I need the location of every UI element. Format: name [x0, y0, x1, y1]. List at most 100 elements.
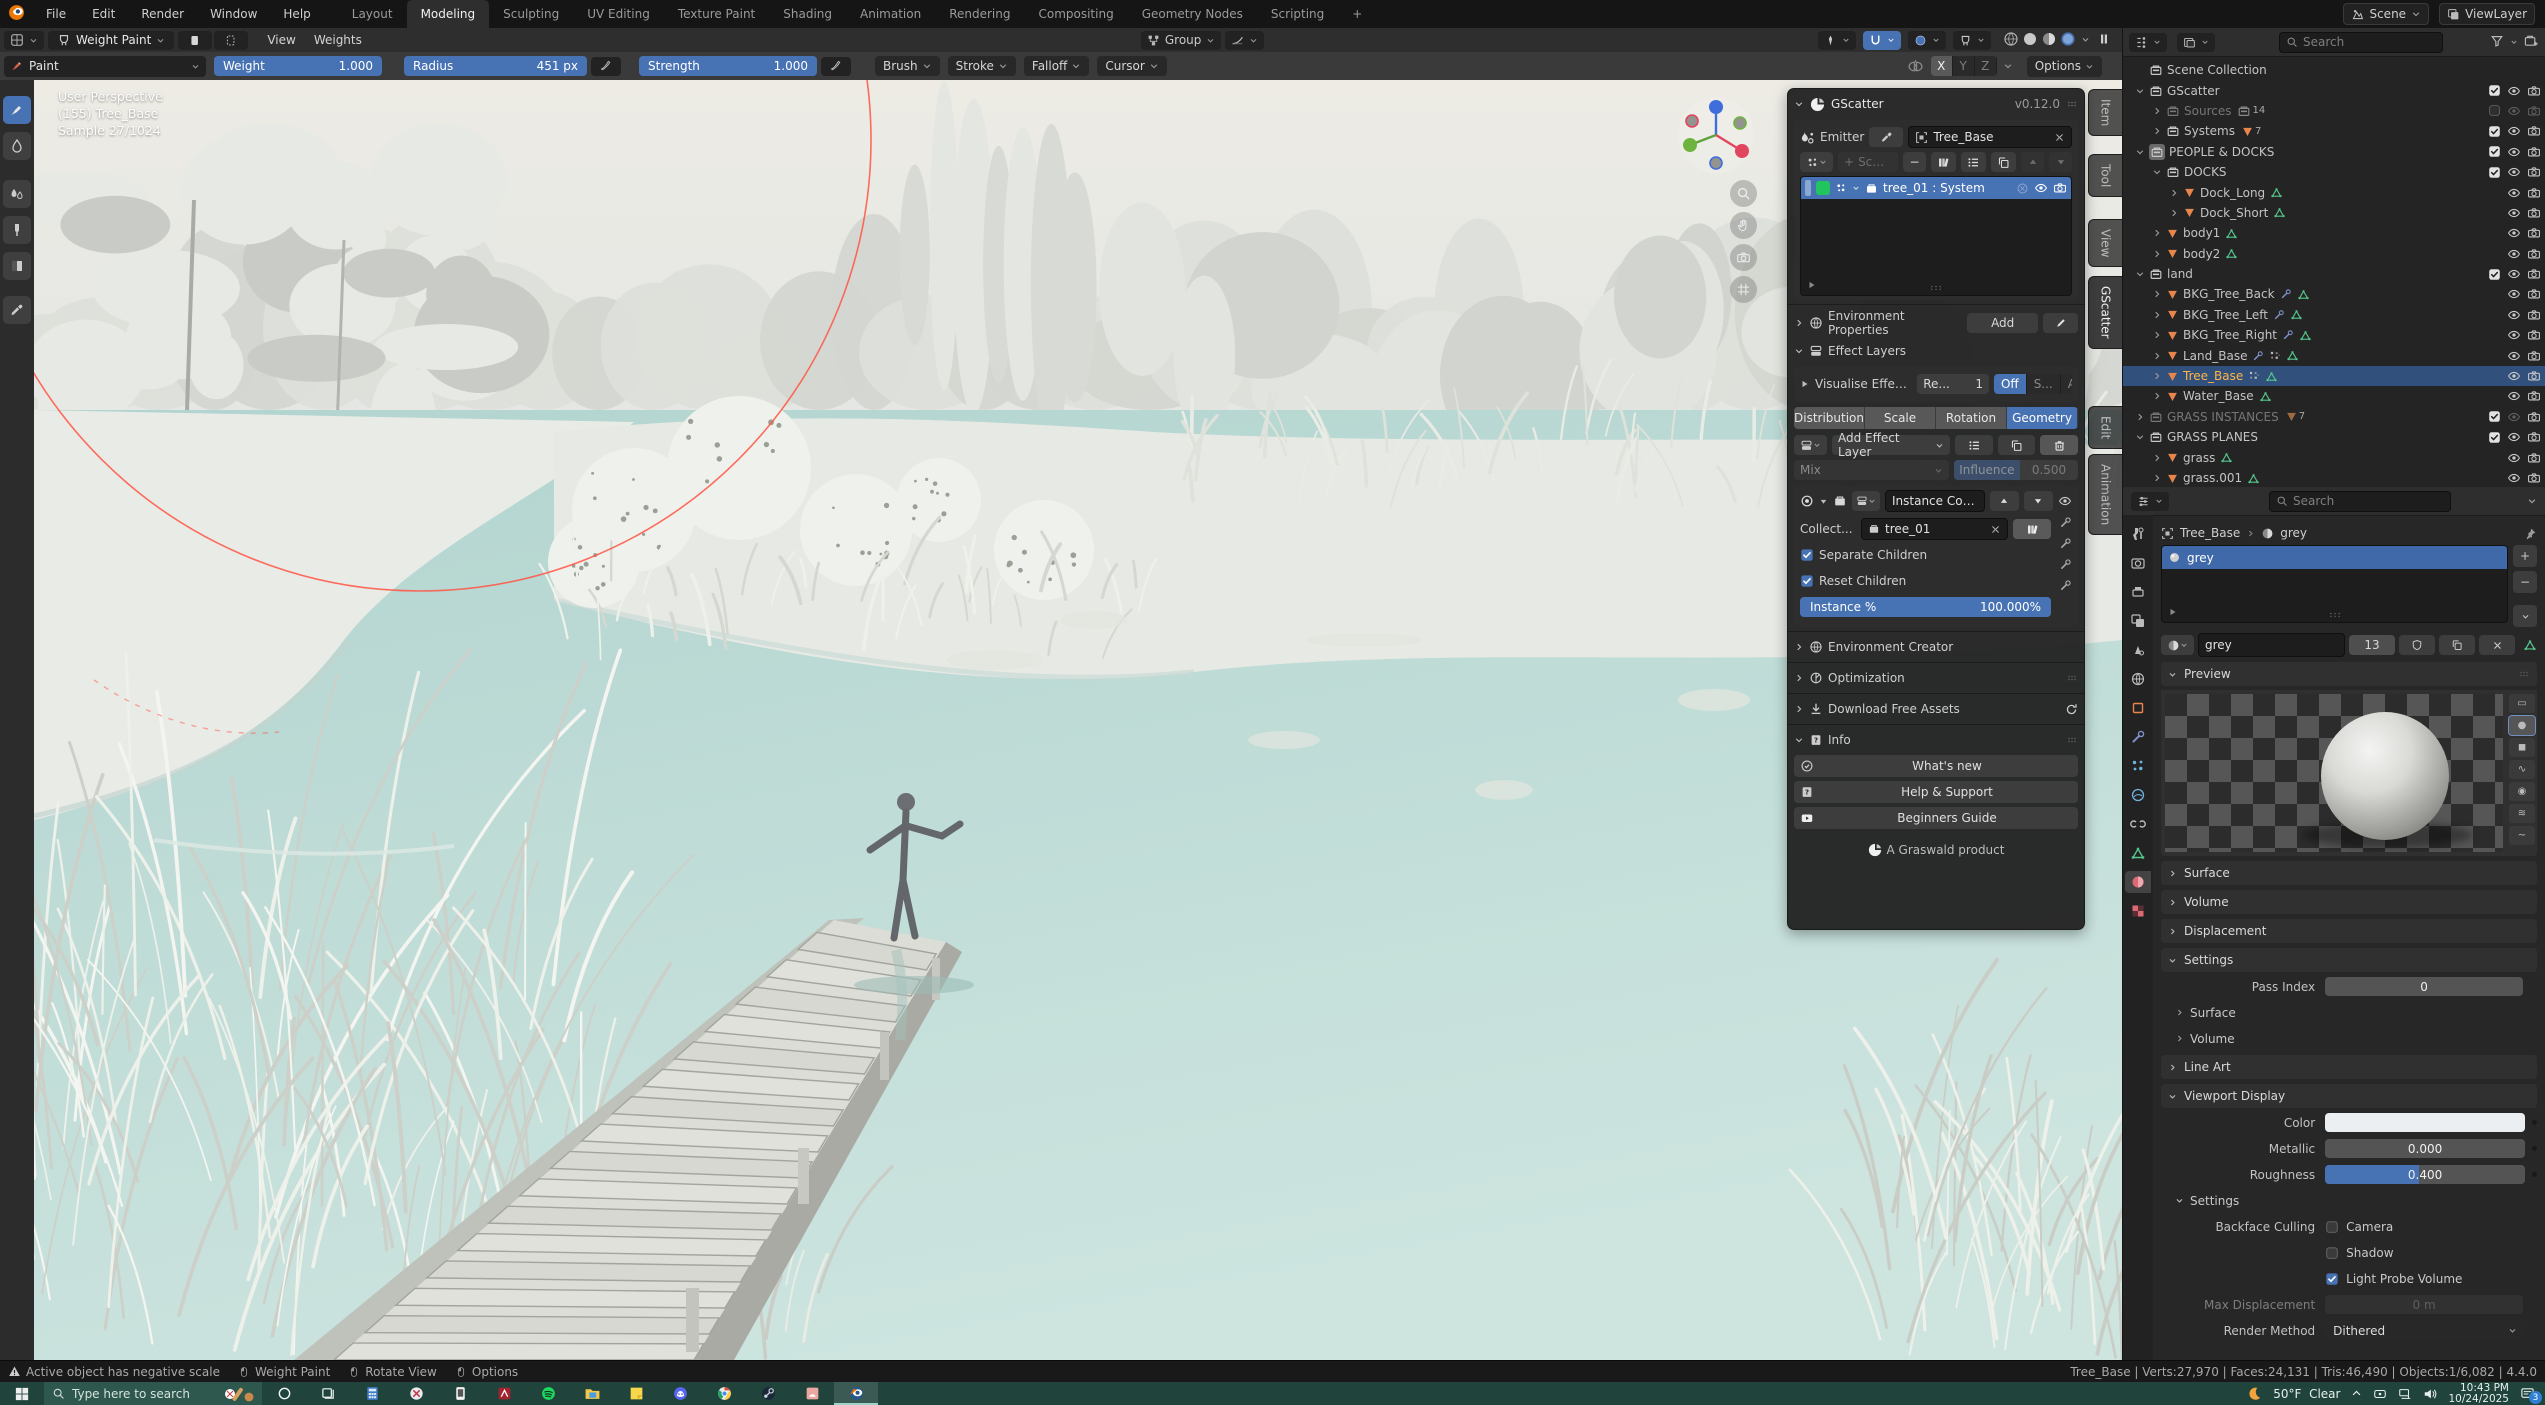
tool-smear[interactable]	[3, 216, 31, 244]
taskbar-app-notes[interactable]	[614, 1382, 658, 1405]
eye-icon[interactable]	[2507, 471, 2521, 485]
system-color-swatch[interactable]	[1816, 181, 1830, 195]
volume-panel-header[interactable]: Volume	[2161, 890, 2537, 914]
mix-dropdown[interactable]: Mix	[1794, 460, 1949, 480]
falloff-dropdown[interactable]	[1225, 31, 1264, 50]
zoom-button[interactable]	[1730, 180, 1757, 207]
outliner-row[interactable]: BKG_Tree_Left	[2123, 305, 2545, 325]
camera-icon[interactable]	[2527, 267, 2541, 281]
properties-tab-modifiers[interactable]	[2125, 726, 2151, 748]
options-dropdown[interactable]: Options	[2027, 56, 2102, 77]
snap-toggle[interactable]	[1863, 31, 1901, 50]
tray-expand-icon[interactable]	[2351, 1388, 2362, 1399]
notification-center[interactable]: 3	[2520, 1386, 2535, 1401]
properties-search-input[interactable]: Search	[2269, 491, 2451, 512]
camera-icon[interactable]	[2527, 430, 2541, 444]
max-displacement-field[interactable]: 0 m	[2325, 1295, 2523, 1314]
wrench-icon[interactable]	[2059, 537, 2072, 550]
add-workspace-button[interactable]: +	[1338, 0, 1376, 28]
viewport-display-panel-header[interactable]: Viewport Display	[2161, 1084, 2537, 1108]
eye-icon[interactable]	[2507, 410, 2521, 424]
list-expand-icon[interactable]	[1807, 280, 1817, 290]
outliner-row[interactable]: Sources14	[2123, 101, 2545, 121]
backface-camera-checkbox[interactable]: Camera	[2325, 1220, 2393, 1234]
material-browse-dropdown[interactable]	[2161, 635, 2194, 655]
scatter-presets-dropdown[interactable]	[1800, 152, 1833, 172]
slot-specials-button[interactable]	[2513, 605, 2537, 627]
camera-icon[interactable]	[2527, 206, 2541, 220]
light-probe-volume-checkbox[interactable]: Light Probe Volume	[2325, 1272, 2462, 1286]
properties-tab-render[interactable]	[2125, 552, 2151, 574]
checkbox-icon[interactable]	[2488, 125, 2501, 138]
reset-children-checkbox[interactable]: Reset Children	[1800, 570, 2051, 592]
clear-emitter-icon[interactable]	[2054, 132, 2065, 143]
wrench-icon[interactable]	[2059, 558, 2072, 571]
pause-icon[interactable]	[2098, 32, 2110, 49]
camera-icon[interactable]	[2527, 124, 2541, 138]
separate-children-checkbox[interactable]: Separate Children	[1800, 544, 2051, 566]
material-slot-list[interactable]: grey	[2161, 545, 2508, 623]
eye-icon[interactable]	[2507, 145, 2521, 159]
instance-percent-slider[interactable]: Instance %100.000%	[1800, 597, 2051, 617]
checkbox-icon[interactable]	[2488, 268, 2501, 281]
taskbar-search-input[interactable]: Type here to search	[44, 1382, 262, 1405]
camera-icon[interactable]	[2527, 186, 2541, 200]
visualise-s[interactable]: S...	[2027, 374, 2061, 394]
effect-tab-distribution[interactable]: Distribution	[1794, 407, 1865, 429]
list-grip-icon[interactable]	[1929, 284, 1943, 292]
color-swatch[interactable]	[2325, 1113, 2525, 1132]
surface-panel-header[interactable]: Surface	[2161, 861, 2537, 885]
properties-tab-texture[interactable]	[2125, 900, 2151, 922]
layer-up-button[interactable]	[1990, 491, 2019, 511]
outliner-row[interactable]: grass.001	[2123, 468, 2545, 488]
viewport-menu-view[interactable]: View	[258, 33, 304, 47]
effect-tab-geometry[interactable]: Geometry	[2007, 407, 2078, 429]
eye-icon[interactable]	[2507, 349, 2521, 363]
eye-icon[interactable]	[2507, 206, 2521, 220]
tab-layout[interactable]: Layout	[338, 0, 407, 28]
mode-selector[interactable]: Weight Paint	[48, 31, 174, 50]
preview-type-cloth[interactable]: ≋	[2509, 804, 2535, 823]
taskbar-app-taskview[interactable]	[306, 1382, 350, 1405]
settings-sub-header[interactable]: Settings	[2161, 1189, 2537, 1212]
tool-dropdown-stroke[interactable]: Stroke	[948, 56, 1016, 76]
preview-panel-header[interactable]: Preview	[2161, 662, 2537, 686]
tab-modeling[interactable]: Modeling	[407, 0, 490, 28]
camera-icon[interactable]	[2053, 181, 2067, 195]
layer-radio-icon[interactable]	[1800, 494, 1814, 508]
gscatter-header[interactable]: GScatter v0.12.0	[1794, 93, 2078, 115]
outliner-row[interactable]: Water_Base	[2123, 386, 2545, 406]
viewport-3d[interactable]: User Perspective (155) Tree_Base Sample …	[34, 80, 2122, 1360]
grip-icon[interactable]	[2066, 98, 2078, 110]
taskbar-app-blender[interactable]	[834, 1382, 878, 1405]
strength-slider[interactable]: Strength1.000	[639, 56, 817, 76]
outliner-row[interactable]: GRASS PLANES	[2123, 427, 2545, 447]
editor-type-button[interactable]	[4, 31, 44, 50]
camera-icon[interactable]	[2527, 145, 2541, 159]
outliner-row[interactable]: body1	[2123, 223, 2545, 243]
remove-system-button[interactable]: −	[1903, 152, 1927, 172]
material-name-field[interactable]: grey	[2198, 633, 2345, 657]
tool-sample[interactable]	[3, 296, 31, 324]
unlink-material-button[interactable]	[2479, 635, 2515, 655]
shading-material-icon[interactable]	[2041, 31, 2057, 50]
layer-expand-icon[interactable]	[1819, 497, 1828, 506]
radius-slider[interactable]: Radius451 px	[404, 56, 587, 76]
eye-icon[interactable]	[2507, 124, 2521, 138]
layer-kind-dropdown[interactable]	[1852, 491, 1880, 511]
preview-type-shaderball[interactable]: ◉	[2509, 782, 2535, 801]
displacement-panel-header[interactable]: Displacement	[2161, 919, 2537, 943]
weather-temp[interactable]: 50°F Clear	[2273, 1387, 2340, 1401]
volume-icon[interactable]	[2423, 1387, 2437, 1401]
camera-icon[interactable]	[2527, 104, 2541, 118]
properties-tab-particles[interactable]	[2125, 755, 2151, 777]
viewport-menu-weights[interactable]: Weights	[305, 33, 371, 47]
collection-library-button[interactable]	[2013, 519, 2051, 539]
outliner-row[interactable]: PEOPLE & DOCKS	[2123, 142, 2545, 162]
mirror-axis-y[interactable]: Y	[1953, 56, 1975, 76]
layer-list-button[interactable]	[1955, 435, 1993, 455]
camera-icon[interactable]	[2527, 389, 2541, 403]
taskbar-app-redapp[interactable]	[482, 1382, 526, 1405]
preview-type-flat[interactable]: ▭	[2509, 694, 2535, 713]
copy-material-button[interactable]	[2439, 635, 2475, 655]
